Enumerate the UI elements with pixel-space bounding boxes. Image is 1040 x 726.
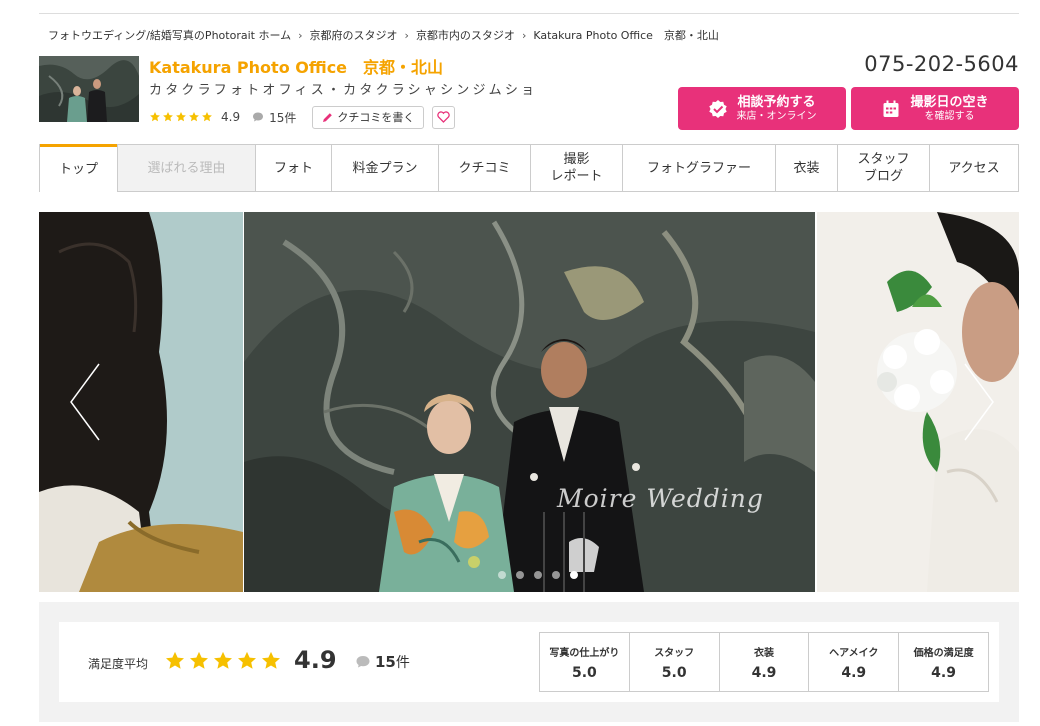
tab-label: 選ばれる理由 [147, 160, 226, 176]
tab-label: 衣装 [793, 160, 820, 176]
rating-row: 4.9 15件 クチコミを書く [149, 105, 456, 129]
star-icon [190, 651, 208, 669]
category-label: スタッフ [654, 647, 695, 659]
breadcrumb: フォトウエディング/結婚写真のPhotorait ホーム › 京都府のスタジオ … [48, 27, 719, 43]
slider-dots [498, 571, 578, 579]
favorite-button[interactable] [432, 105, 456, 129]
tab-costume[interactable]: 衣装 [775, 145, 837, 191]
chevron-right-icon: › [521, 28, 527, 42]
slider-dot[interactable] [552, 571, 560, 579]
tab-label: フォト [273, 160, 313, 176]
chevron-right-icon: › [404, 28, 409, 42]
breadcrumb-current: Katakura Photo Office 京都・北山 [533, 29, 719, 42]
slider-dot[interactable] [516, 571, 524, 579]
heart-icon [437, 111, 451, 123]
star-icon [176, 112, 186, 122]
check-badge-icon [708, 99, 727, 118]
rating-summary-card: 満足度平均 4.9 15件 写真の仕上がり 5.0 スタッフ 5.0 衣装 4.9 ヘ… [59, 622, 999, 702]
studio-kana: カタクラフォトオフィス・カタクラシャシンジムショ [149, 83, 538, 98]
star-icon [166, 651, 184, 669]
studio-name: Katakura Photo Office 京都・北山 [149, 58, 444, 77]
tab-label: アクセス [948, 160, 1000, 176]
tab-label: スタッフ ブログ [857, 152, 910, 184]
comment-icon [253, 112, 264, 122]
summary-count-value: 15 [375, 653, 396, 671]
tab-price-plan[interactable]: 料金プラン [331, 145, 438, 191]
tab-reviews[interactable]: クチコミ [438, 145, 530, 191]
summary-count-unit: 件 [395, 655, 410, 671]
slider-dot[interactable] [498, 571, 506, 579]
slide-watermark: Moire Wedding [557, 484, 764, 513]
slider-dot[interactable] [534, 571, 542, 579]
tab-label: 撮影 レポート [550, 152, 603, 184]
satisfaction-score: 4.9 [294, 646, 337, 674]
write-review-button[interactable]: クチコミを書く [312, 105, 425, 129]
summary-review-count[interactable]: 15件 [375, 652, 410, 672]
category-label: 写真の仕上がり [549, 647, 620, 659]
studio-thumbnail [39, 56, 139, 122]
star-icon [262, 651, 280, 669]
rating-value: 4.9 [221, 110, 241, 124]
consult-reservation-button[interactable]: 相談予約する 来店・オンライン [678, 87, 846, 130]
satisfaction-stars [164, 650, 282, 672]
photo-slider[interactable]: Moire Wedding [39, 212, 1019, 592]
check-availability-button[interactable]: 撮影日の空き を確認する [851, 87, 1019, 130]
tab-label: トップ [58, 162, 98, 177]
consult-sub-label: 来店・オンライン [736, 110, 817, 122]
consult-main-label: 相談予約する [737, 94, 816, 110]
category-staff: スタッフ 5.0 [628, 633, 719, 691]
tab-label: 料金プラン [352, 160, 418, 176]
category-label: 衣装 [753, 647, 774, 659]
slider-dot[interactable] [570, 571, 578, 579]
calendar-icon [883, 100, 899, 117]
tab-shooting-report[interactable]: 撮影 レポート [530, 145, 622, 191]
slide-photo-main: Moire Wedding [244, 212, 815, 592]
tab-top[interactable]: トップ [40, 144, 117, 192]
star-icon [202, 112, 212, 122]
tab-label: フォトグラファー [646, 160, 751, 176]
review-count[interactable]: 15件 [269, 109, 296, 126]
tab-staff-blog[interactable]: スタッフ ブログ [837, 145, 929, 191]
category-label: ヘアメイク [829, 647, 879, 659]
satisfaction-label: 満足度平均 [88, 657, 149, 671]
pencil-icon [323, 112, 333, 122]
slider-prev-arrow[interactable] [67, 362, 107, 442]
comment-icon [356, 656, 370, 668]
write-review-label: クチコミを書く [337, 111, 415, 124]
category-value: 4.9 [931, 664, 956, 681]
breadcrumb-city[interactable]: 京都市内のスタジオ [416, 27, 515, 43]
star-rating [149, 111, 213, 123]
category-label: 価格の満足度 [913, 647, 974, 659]
category-scores: 写真の仕上がり 5.0 スタッフ 5.0 衣装 4.9 ヘアメイク 4.9 価格の満足度… [539, 632, 989, 692]
tab-label: クチコミ [458, 160, 511, 176]
top-divider [39, 13, 1019, 14]
chevron-right-icon: › [298, 28, 303, 42]
category-value: 5.0 [571, 664, 597, 681]
star-icon [163, 112, 173, 122]
availability-sub-label: を確認する [924, 110, 975, 122]
category-value: 5.0 [661, 664, 687, 681]
slider-next-arrow[interactable] [957, 362, 997, 442]
star-icon [238, 651, 256, 669]
star-icon [214, 651, 232, 669]
phone-number[interactable]: 075-202-5604 [864, 52, 1019, 76]
breadcrumb-prefecture[interactable]: 京都府のスタジオ [310, 27, 398, 43]
breadcrumb-home[interactable]: フォトウエディング/結婚写真のPhotorait ホーム [48, 27, 291, 43]
star-icon [189, 112, 199, 122]
tab-photo[interactable]: フォト [255, 145, 331, 191]
availability-main-label: 撮影日の空き [910, 94, 989, 110]
category-finish: 写真の仕上がり 5.0 [540, 633, 629, 691]
rating-summary: 満足度平均 4.9 15件 写真の仕上がり 5.0 スタッフ 5.0 衣装 4.9 ヘ… [39, 602, 1019, 722]
category-costume: 衣装 4.9 [718, 633, 809, 691]
category-price: 価格の満足度 4.9 [898, 633, 988, 691]
tab-photographer[interactable]: フォトグラファー [622, 145, 775, 191]
category-hair-makeup: ヘアメイク 4.9 [808, 633, 898, 691]
category-value: 4.9 [751, 664, 777, 681]
tab-access[interactable]: アクセス [929, 145, 1018, 191]
studio-nav-tabs: トップ 選ばれる理由 フォト 料金プラン クチコミ 撮影 レポート フォトグラフ… [39, 144, 1019, 192]
star-icon [150, 112, 160, 122]
tab-reasons: 選ばれる理由 [117, 145, 255, 191]
category-value: 4.9 [841, 664, 867, 681]
